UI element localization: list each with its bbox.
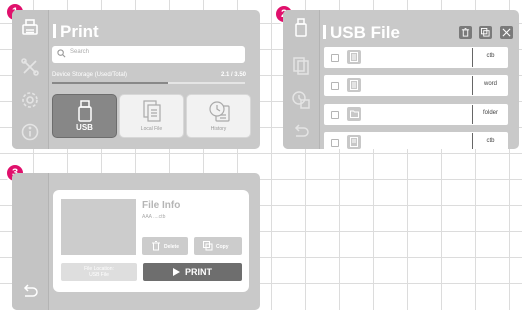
close-button[interactable] <box>500 26 513 39</box>
file-thumbnail <box>61 199 136 255</box>
file-location-value: USB File <box>89 272 109 278</box>
print-screen: Print Search Device Storage (Used/Total)… <box>12 10 260 149</box>
file-name: AAA ....ctb <box>142 214 166 220</box>
usb-sidebar <box>283 10 320 149</box>
file-extension: folder <box>482 110 498 116</box>
history-clock-icon <box>208 101 230 122</box>
storage-value: 2.1 / 3.50 <box>220 72 246 78</box>
file-row[interactable]: ctb <box>324 132 508 149</box>
file-info-title: File Info <box>142 200 181 211</box>
print-nav-icon[interactable] <box>20 18 40 38</box>
search-icon <box>57 49 66 58</box>
trash-icon <box>461 28 470 37</box>
usb-drive-icon <box>77 100 92 122</box>
history-clock-icon[interactable] <box>291 90 311 110</box>
copy-icon <box>481 28 490 37</box>
usb-drive-icon[interactable] <box>291 18 311 38</box>
delete-label: Delete <box>164 244 180 250</box>
search-placeholder: Search <box>70 49 90 55</box>
document-icon <box>350 137 358 147</box>
file-extension: ctb <box>486 53 495 59</box>
close-icon <box>502 28 511 37</box>
row-checkbox[interactable] <box>331 111 339 119</box>
file-row[interactable]: ctb <box>324 47 508 68</box>
row-checkbox[interactable] <box>331 139 339 147</box>
tools-icon[interactable] <box>20 57 40 77</box>
info-icon[interactable] <box>20 122 40 142</box>
row-checkbox[interactable] <box>331 82 339 90</box>
document-icon <box>142 100 161 122</box>
local-file-tile-label: Local File <box>140 126 163 132</box>
document-icon[interactable] <box>291 56 311 76</box>
delete-file-button[interactable]: Delete <box>142 237 188 255</box>
copy-button[interactable] <box>479 26 492 39</box>
file-row[interactable]: folder <box>324 104 508 125</box>
play-icon <box>173 268 180 276</box>
file-info-sidebar <box>12 173 49 310</box>
back-arrow-icon[interactable] <box>20 282 40 302</box>
copy-label: Copy <box>216 244 229 250</box>
storage-progress-fill <box>52 82 168 84</box>
local-file-tile[interactable]: Local File <box>119 94 184 138</box>
print-title: Print <box>53 22 99 42</box>
folder-icon <box>350 110 359 118</box>
print-button[interactable]: PRINT <box>143 263 242 281</box>
file-extension: word <box>483 81 497 87</box>
storage-progress-bar <box>52 82 245 84</box>
usb-tile[interactable]: USB <box>52 94 117 138</box>
usb-tile-label: USB <box>76 123 93 132</box>
back-arrow-icon[interactable] <box>291 122 311 142</box>
print-sidebar <box>12 10 49 149</box>
copy-file-button[interactable]: Copy <box>194 237 242 255</box>
search-input[interactable]: Search <box>52 46 245 63</box>
file-row[interactable]: word <box>324 75 508 96</box>
file-info-screen: File Info AAA ....ctb Delete Copy File L… <box>12 173 260 310</box>
settings-gear-icon[interactable] <box>20 90 40 110</box>
history-tile[interactable]: History <box>186 94 251 138</box>
history-tile-label: History <box>210 126 227 132</box>
print-button-label: PRINT <box>185 267 212 277</box>
document-icon <box>350 80 358 90</box>
file-extension: ctb <box>486 138 495 144</box>
row-checkbox[interactable] <box>331 54 339 62</box>
storage-label: Device Storage (Used/Total) <box>52 72 128 78</box>
usb-file-screen: USB File ctb word folder ctb <box>283 10 519 149</box>
usb-file-title: USB File <box>323 23 400 43</box>
trash-icon <box>152 241 160 251</box>
file-location: File Location: USB File <box>61 263 137 281</box>
document-icon <box>350 52 358 62</box>
file-info-card: File Info AAA ....ctb Delete Copy File L… <box>53 190 249 292</box>
delete-button[interactable] <box>459 26 472 39</box>
copy-icon <box>203 241 213 251</box>
